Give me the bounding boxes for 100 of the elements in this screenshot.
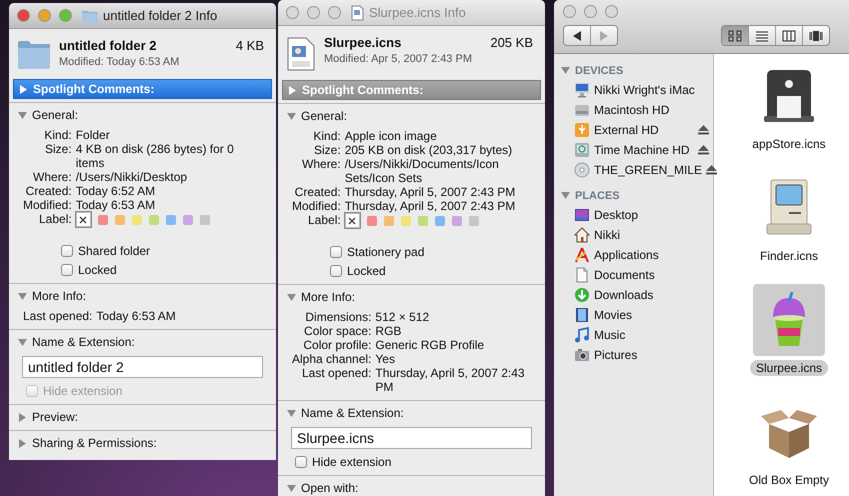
field-label: Where: <box>301 157 341 173</box>
disc-icon <box>574 162 590 178</box>
disclosure-triangle[interactable] <box>18 110 27 120</box>
file-name: Slurpee.icns <box>324 35 402 50</box>
sidebar-item[interactable]: Music <box>594 328 626 342</box>
label-color-option[interactable] <box>166 214 176 224</box>
file-name[interactable]: Old Box Empty <box>742 472 836 488</box>
name-field[interactable]: Slurpee.icns <box>291 427 532 449</box>
window-control-button[interactable] <box>17 9 30 22</box>
sidebar-item[interactable]: Movies <box>594 308 632 322</box>
label-color-option[interactable] <box>434 216 445 226</box>
field-label: Size: <box>313 143 341 157</box>
sidebar-item[interactable]: External HD <box>594 123 659 137</box>
backup-drive-icon <box>574 142 590 158</box>
window-control-button[interactable] <box>38 9 51 22</box>
window-control-button[interactable] <box>563 5 576 18</box>
sidebar-item[interactable]: Desktop <box>594 208 638 222</box>
label-color-option[interactable] <box>114 214 125 224</box>
checkbox-label[interactable]: Shared folder <box>78 244 150 258</box>
window-title: Slurpee.icns Info <box>369 5 466 20</box>
name-field[interactable]: untitled folder 2 <box>22 356 263 378</box>
field-label: Size: <box>44 142 72 158</box>
file-name[interactable]: appStore.icns <box>746 136 832 152</box>
checkbox[interactable] <box>61 245 73 257</box>
no-label-option[interactable] <box>76 212 91 227</box>
field-label: Dimensions: <box>304 310 372 324</box>
label-color-option[interactable] <box>200 214 210 224</box>
window-control-button[interactable] <box>328 6 341 19</box>
sidebar-item[interactable]: Nikki <box>594 228 620 242</box>
label-color-option[interactable] <box>452 216 462 226</box>
label-color-option[interactable] <box>366 216 377 226</box>
checkbox-label[interactable]: Hide extension <box>312 455 392 469</box>
disclosure-triangle[interactable] <box>18 292 27 300</box>
label-color-option[interactable] <box>148 214 159 224</box>
disclosure-triangle[interactable] <box>287 408 296 418</box>
field-value: 512 × 512 <box>375 310 430 324</box>
field-label: Color profile: <box>302 338 372 352</box>
window-control-button[interactable] <box>605 5 618 18</box>
disclosure-triangle[interactable] <box>287 292 296 302</box>
cross-icon <box>348 216 356 224</box>
window-control-button[interactable] <box>59 9 72 22</box>
section-header[interactable]: Spotlight Comments: <box>13 79 272 99</box>
field-label: Created: <box>294 185 341 199</box>
sidebar-item[interactable]: Time Machine HD <box>594 143 690 157</box>
label-color-option[interactable] <box>384 216 394 226</box>
label-color-option[interactable] <box>98 214 108 224</box>
sidebar-item[interactable]: Documents <box>594 268 655 282</box>
file-tile[interactable] <box>752 284 825 356</box>
eject-icon[interactable] <box>706 165 718 175</box>
sidebar-item[interactable]: Downloads <box>594 288 654 302</box>
field-label: Kind: <box>43 128 72 142</box>
label-color-option[interactable] <box>468 216 479 226</box>
eject-icon[interactable] <box>698 145 709 155</box>
disclosure-triangle[interactable] <box>18 412 27 422</box>
label-color-option[interactable] <box>400 216 411 226</box>
section-title: More Info: <box>301 290 356 304</box>
field-value: Generic RGB Profile <box>375 338 486 352</box>
sidebar-heading: PLACES <box>575 190 620 202</box>
field-value: Today 6:53 AM <box>96 309 177 323</box>
field-label: Created: <box>24 184 72 198</box>
checkbox-label[interactable]: Locked <box>78 263 117 277</box>
checkbox-label[interactable]: Locked <box>347 264 386 278</box>
sidebar-item[interactable]: Macintosh HD <box>594 103 670 117</box>
disclosure-triangle[interactable] <box>287 112 296 120</box>
field-label: Modified: <box>23 198 72 212</box>
field-value: Today 6:53 AM <box>76 198 156 212</box>
disclosure-triangle[interactable] <box>18 438 27 448</box>
eject-icon[interactable] <box>698 125 709 135</box>
section-title: Sharing & Permissions: <box>32 436 157 450</box>
sidebar-item[interactable]: Nikki Wright's iMac <box>594 83 695 97</box>
file-name[interactable]: Finder.icns <box>754 248 824 264</box>
label-color-option[interactable] <box>418 216 428 226</box>
disclosure-triangle[interactable] <box>561 191 570 200</box>
document-icon <box>574 267 590 283</box>
file-name[interactable]: Slurpee.icns <box>750 360 828 376</box>
window-control-button[interactable] <box>307 6 320 19</box>
disclosure-triangle[interactable] <box>19 84 28 94</box>
section-title: Name & Extension: <box>32 335 135 349</box>
document-icon <box>286 37 316 71</box>
no-label-option[interactable] <box>344 213 360 228</box>
checkbox[interactable] <box>330 265 342 277</box>
checkbox-label[interactable]: Stationery pad <box>347 245 424 259</box>
disclosure-triangle[interactable] <box>288 86 297 94</box>
sidebar-item[interactable]: Pictures <box>594 348 638 362</box>
checkbox[interactable] <box>330 246 342 258</box>
disclosure-triangle[interactable] <box>561 66 570 75</box>
window-control-button[interactable] <box>286 6 299 19</box>
field-label: Last opened: <box>23 309 92 323</box>
checkbox[interactable] <box>295 456 307 468</box>
cross-icon <box>79 216 88 224</box>
sidebar-item[interactable]: THE_GREEN_MILE <box>594 163 702 177</box>
window-control-button[interactable] <box>584 5 597 18</box>
disclosure-triangle[interactable] <box>287 484 296 492</box>
checkbox[interactable] <box>61 264 73 276</box>
icon-view-button[interactable] <box>722 26 749 45</box>
sidebar-item[interactable]: Applications <box>594 248 659 262</box>
music-note-icon <box>574 327 590 343</box>
label-color-option[interactable] <box>132 214 142 224</box>
disclosure-triangle[interactable] <box>18 338 27 346</box>
label-color-option[interactable] <box>182 214 193 224</box>
